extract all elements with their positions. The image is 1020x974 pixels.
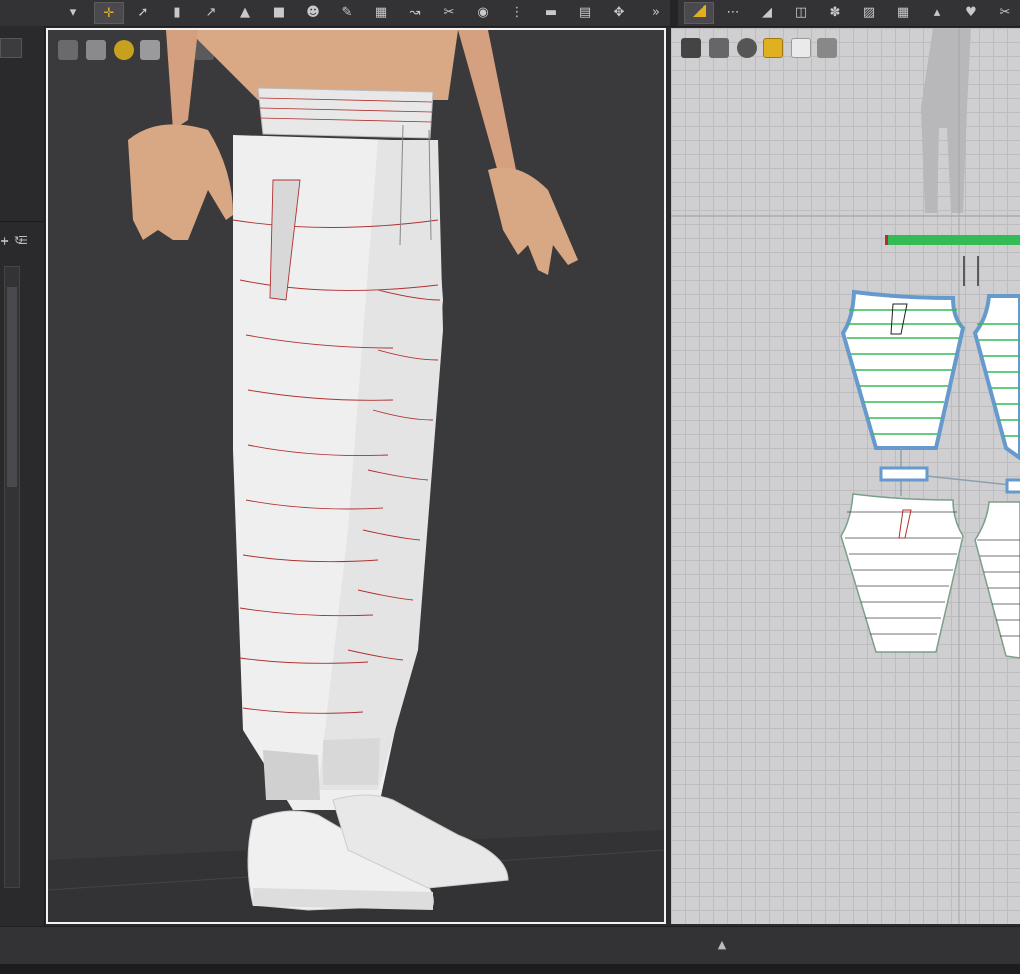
pants-left-cuff	[263, 750, 320, 800]
trace-button[interactable]: ✽	[820, 2, 850, 24]
garment-tool-button[interactable]: ▮	[162, 2, 192, 24]
object-browser-panel: + + ↻ ☰	[0, 26, 45, 926]
2d-pattern-viewport[interactable]	[671, 28, 1020, 924]
avatar-tool-button[interactable]: ☻	[298, 2, 328, 24]
add-icon[interactable]: +	[0, 234, 9, 247]
seam-button[interactable]: ✂	[990, 2, 1020, 24]
transform-tool-button[interactable]: ✛	[94, 2, 124, 24]
edit-point-button[interactable]: ➚	[128, 2, 158, 24]
pants-right-cuff	[323, 738, 380, 785]
zipper-tool-button[interactable]: ⋮	[502, 2, 532, 24]
internal-button[interactable]: ▨	[854, 2, 884, 24]
pattern-front-right	[972, 294, 1020, 461]
segment-tool-button[interactable]: ↗	[196, 2, 226, 24]
3d-viewport[interactable]	[46, 28, 666, 924]
green-progress-bar	[886, 235, 1020, 245]
elastic-tool-button[interactable]: ▬	[536, 2, 566, 24]
pin-tool-button[interactable]: ✎	[332, 2, 362, 24]
panel-scrollbar[interactable]	[4, 266, 20, 888]
avatar-left-hand	[128, 124, 233, 240]
select-tool-button[interactable]: ↝	[400, 2, 430, 24]
panel-divider	[0, 221, 44, 222]
tack-tool-button[interactable]: ■	[264, 2, 294, 24]
panel-header: + ↻ ☰	[0, 234, 44, 250]
move-tool-button[interactable]: ▾	[58, 2, 88, 24]
avatar-scene[interactable]	[48, 30, 664, 922]
select-pattern-button[interactable]	[684, 2, 714, 24]
fabric-button[interactable]: ♥	[956, 2, 986, 24]
toolbar-overflow-button[interactable]: »	[646, 2, 666, 24]
arrange-tool-button[interactable]: ✥	[604, 2, 634, 24]
main-toolbar: ▾ ✛ ➚ ▮ ↗ ▲ ■ ☻ ✎ ▦ ↝ ✂ ◉ ⋮ ▬ ▤ ✥ » ⋯ ◢ …	[0, 0, 1020, 27]
scrollbar-thumb[interactable]	[7, 287, 17, 487]
sewing-tool-button[interactable]: ✂	[434, 2, 464, 24]
list-icon[interactable]: ☰	[18, 234, 28, 247]
edit-curve-button[interactable]: ⋯	[718, 2, 748, 24]
measure-tool-button[interactable]: ▤	[570, 2, 600, 24]
toolbar-divider	[670, 0, 678, 26]
avatar-right-arm	[458, 30, 518, 190]
avatar-left-arm	[166, 30, 198, 130]
status-footer	[0, 964, 1020, 974]
browser-tab[interactable]	[0, 38, 22, 58]
pattern-waist-piece	[879, 466, 929, 482]
expand-panel-button[interactable]: ▲	[712, 935, 732, 955]
fitting-tool-button[interactable]: ◉	[468, 2, 498, 24]
pattern-back-right	[974, 501, 1020, 659]
hanger-button[interactable]: ▴	[922, 2, 952, 24]
fold-tool-button[interactable]: ▲	[230, 2, 260, 24]
polygon-button[interactable]: ◢	[752, 2, 782, 24]
pattern-waist-piece-right	[1005, 478, 1020, 494]
pattern-canvas[interactable]	[671, 28, 1020, 924]
mesh-tool-button[interactable]: ▦	[366, 2, 396, 24]
avatar-right-hand	[488, 167, 578, 275]
rectangle-button[interactable]: ◫	[786, 2, 816, 24]
bottom-panel-bar: ▲	[0, 926, 1020, 965]
avatar-silhouette	[921, 28, 971, 213]
grid-button[interactable]: ▦	[888, 2, 918, 24]
pants-waistband	[257, 87, 434, 139]
